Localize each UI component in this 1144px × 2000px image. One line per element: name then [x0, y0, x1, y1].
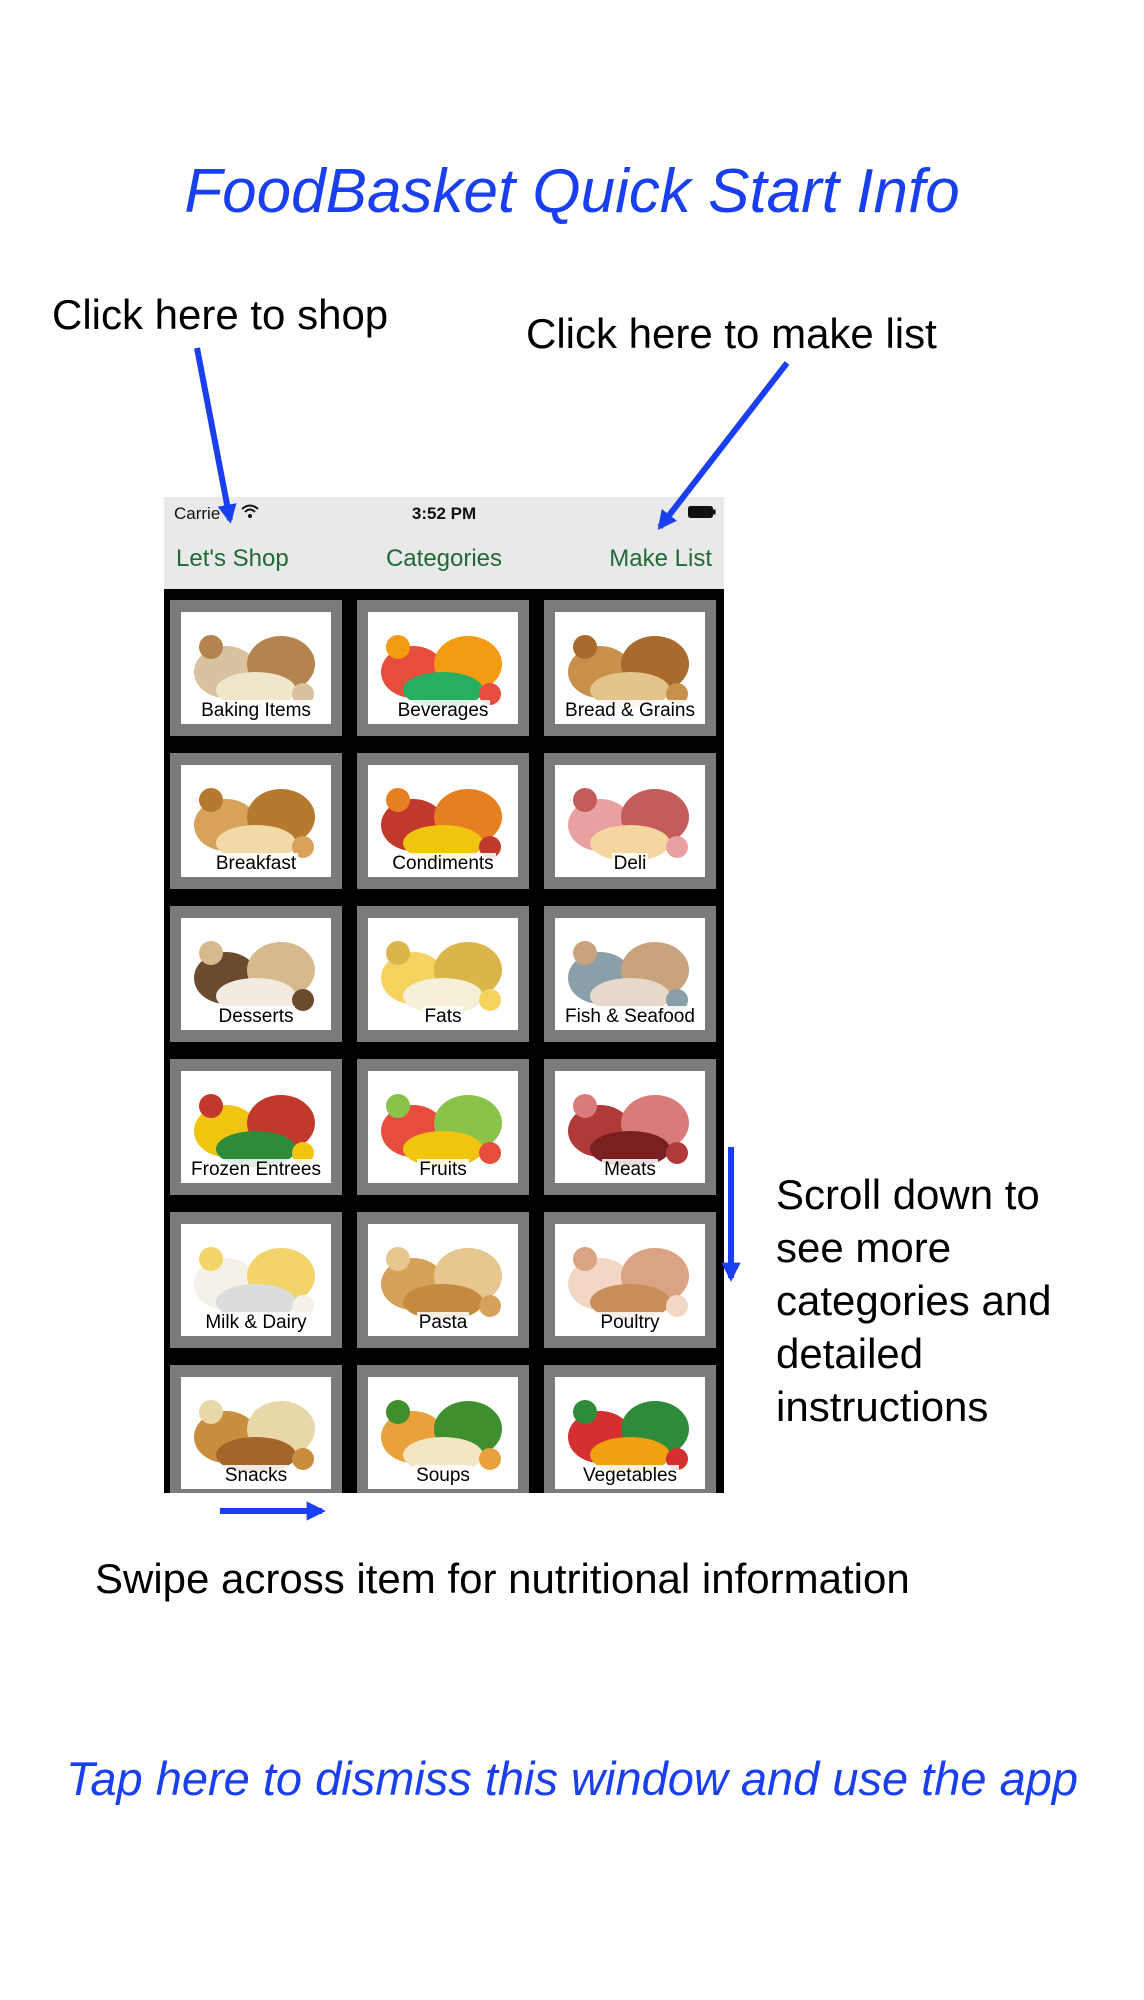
category-tile-frame: Fats [368, 918, 518, 1030]
category-tile-frame: Vegetables [555, 1377, 705, 1489]
category-label: Beverages [395, 700, 491, 721]
category-label: Bread & Grains [563, 700, 697, 721]
category-tile[interactable]: Fish & Seafood [544, 906, 716, 1042]
category-tile-frame: Fish & Seafood [555, 918, 705, 1030]
quick-start-overlay: FoodBasket Quick Start Info Click here t… [0, 0, 1144, 2000]
make-list-button[interactable]: Make List [609, 545, 712, 573]
category-tile-frame: Snacks [181, 1377, 331, 1489]
category-tile[interactable]: Snacks [170, 1365, 342, 1493]
category-tile[interactable]: Pasta [357, 1212, 529, 1348]
category-tile-frame: Frozen Entrees [181, 1071, 331, 1183]
category-label: Poultry [598, 1312, 662, 1333]
category-tile[interactable]: Fats [357, 906, 529, 1042]
category-tile[interactable]: Bread & Grains [544, 600, 716, 736]
category-tile-frame: Beverages [368, 612, 518, 724]
category-label: Deli [611, 853, 649, 874]
category-label: Milk & Dairy [203, 1312, 309, 1333]
category-label: Frozen Entrees [189, 1159, 323, 1180]
category-tile-frame: Desserts [181, 918, 331, 1030]
category-tile-frame: Pasta [368, 1224, 518, 1336]
category-label: Snacks [222, 1465, 290, 1486]
category-tile-frame: Soups [368, 1377, 518, 1489]
scroll-hint: Scroll down to see more categories and d… [776, 1171, 1052, 1430]
category-tile-frame: Baking Items [181, 612, 331, 724]
category-label: Condiments [390, 853, 496, 874]
category-tile[interactable]: Poultry [544, 1212, 716, 1348]
category-tile[interactable]: Frozen Entrees [170, 1059, 342, 1195]
dismiss-link[interactable]: Tap here to dismiss this window and use … [0, 1750, 1144, 1808]
swipe-hint: Swipe across item for nutritional inform… [95, 1555, 910, 1602]
shop-hint: Click here to shop [52, 291, 389, 338]
category-tile[interactable]: Desserts [170, 906, 342, 1042]
category-tile[interactable]: Fruits [357, 1059, 529, 1195]
category-tile[interactable]: Milk & Dairy [170, 1212, 342, 1348]
category-label: Breakfast [213, 853, 299, 874]
category-tile[interactable]: Deli [544, 753, 716, 889]
category-label: Vegetables [580, 1465, 680, 1486]
category-tile[interactable]: Meats [544, 1059, 716, 1195]
category-tile[interactable]: Baking Items [170, 600, 342, 736]
category-tile[interactable]: Soups [357, 1365, 529, 1493]
category-tile[interactable]: Breakfast [170, 753, 342, 889]
category-label: Fish & Seafood [563, 1006, 697, 1027]
app-screenshot: Carrie 3:52 PM Let's Shop Categories Mak… [164, 497, 724, 1493]
category-tile[interactable]: Condiments [357, 753, 529, 889]
category-tile[interactable]: Beverages [357, 600, 529, 736]
battery-icon [688, 506, 716, 518]
category-label: Fats [422, 1006, 464, 1027]
nav-bar: Let's Shop Categories Make List [164, 529, 724, 589]
category-label: Soups [414, 1465, 472, 1486]
status-bar: Carrie 3:52 PM [164, 497, 724, 529]
shop-arrow-icon [194, 347, 237, 524]
category-tile-frame: Meats [555, 1071, 705, 1183]
category-tile-frame: Deli [555, 765, 705, 877]
category-tile[interactable]: Vegetables [544, 1365, 716, 1493]
category-tile-frame: Bread & Grains [555, 612, 705, 724]
category-label: Desserts [216, 1006, 296, 1027]
category-label: Pasta [416, 1312, 470, 1333]
category-label: Meats [602, 1159, 658, 1180]
category-tile-frame: Fruits [368, 1071, 518, 1183]
make-list-hint: Click here to make list [526, 310, 937, 357]
category-tile-frame: Condiments [368, 765, 518, 877]
page-title: FoodBasket Quick Start Info [184, 157, 960, 226]
category-label: Fruits [417, 1159, 469, 1180]
category-label: Baking Items [199, 700, 313, 721]
category-tile-frame: Poultry [555, 1224, 705, 1336]
status-time: 3:52 PM [411, 504, 477, 523]
category-tile-frame: Milk & Dairy [181, 1224, 331, 1336]
category-tile-frame: Breakfast [181, 765, 331, 877]
